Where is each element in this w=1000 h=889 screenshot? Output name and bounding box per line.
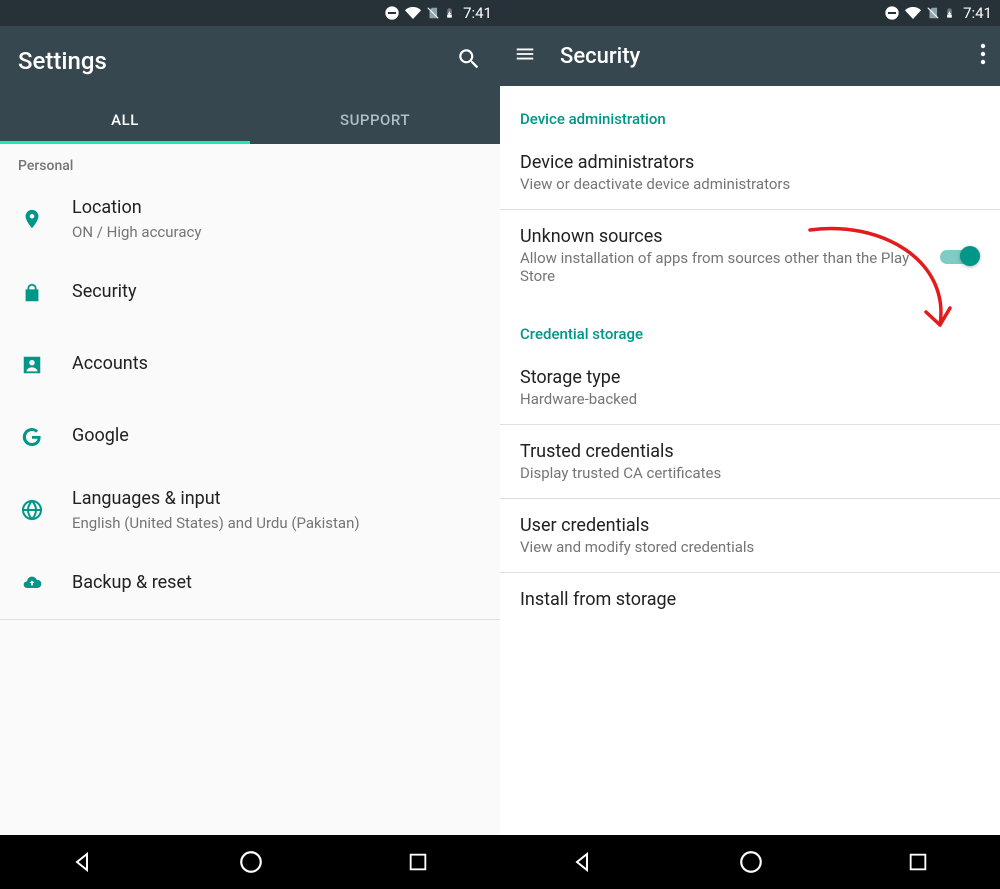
recents-button[interactable] <box>407 851 429 873</box>
unknown-sources-toggle[interactable] <box>940 246 980 266</box>
location-icon <box>18 206 46 232</box>
device-admins-title: Device administrators <box>520 152 980 173</box>
section-credential-storage: Credential storage <box>500 301 1000 351</box>
recents-button[interactable] <box>907 851 929 873</box>
status-bar: 7:41 <box>500 0 1000 26</box>
device-admins-sub: View or deactivate device administrators <box>520 175 980 193</box>
google-title: Google <box>72 424 482 448</box>
location-sub: ON / High accuracy <box>72 222 482 242</box>
security-list: Device administration Device administrat… <box>500 86 1000 835</box>
setting-google[interactable]: Google <box>0 401 500 473</box>
lang-sub: English (United States) and Urdu (Pakist… <box>72 513 482 533</box>
item-storage-type[interactable]: Storage type Hardware-backed <box>500 351 1000 424</box>
appbar: Security <box>500 26 1000 86</box>
wifi-icon <box>904 5 922 21</box>
tabs: ALL SUPPORT <box>0 96 500 144</box>
overflow-icon[interactable] <box>980 43 986 69</box>
cloud-upload-icon <box>18 573 46 593</box>
security-title: Security <box>72 280 482 304</box>
status-time: 7:41 <box>963 4 992 22</box>
google-icon <box>18 425 46 449</box>
unknown-src-sub: Allow installation of apps from sources … <box>520 249 928 285</box>
accounts-title: Accounts <box>72 352 482 376</box>
section-device-admin: Device administration <box>500 86 1000 136</box>
tab-support-label: SUPPORT <box>340 111 410 129</box>
item-install-from-storage[interactable]: Install from storage <box>500 573 1000 626</box>
nav-bar <box>500 835 1000 889</box>
back-button[interactable] <box>71 850 95 874</box>
lock-icon <box>18 280 46 306</box>
install-title: Install from storage <box>520 589 980 610</box>
item-unknown-sources[interactable]: Unknown sources Allow installation of ap… <box>500 210 1000 301</box>
trusted-sub: Display trusted CA certificates <box>520 464 980 482</box>
status-bar: 7:41 <box>0 0 500 26</box>
battery-icon <box>444 5 455 21</box>
dnd-icon <box>384 5 400 21</box>
trusted-title: Trusted credentials <box>520 441 980 462</box>
back-button[interactable] <box>571 850 595 874</box>
tab-support[interactable]: SUPPORT <box>250 96 500 144</box>
setting-languages[interactable]: Languages & input English (United States… <box>0 473 500 548</box>
globe-icon <box>18 498 46 522</box>
user-creds-sub: View and modify stored credentials <box>520 538 980 556</box>
no-sim-icon <box>426 5 440 21</box>
security-screen: 7:41 Security Device administration Devi… <box>500 0 1000 835</box>
item-device-admins[interactable]: Device administrators View or deactivate… <box>500 136 1000 209</box>
menu-icon[interactable] <box>514 43 536 69</box>
page-title: Security <box>560 44 956 69</box>
item-trusted-credentials[interactable]: Trusted credentials Display trusted CA c… <box>500 425 1000 498</box>
home-button[interactable] <box>738 849 764 875</box>
status-time: 7:41 <box>463 4 492 22</box>
setting-location[interactable]: Location ON / High accuracy <box>0 182 500 257</box>
battery-icon <box>944 5 955 21</box>
page-title: Settings <box>18 47 456 75</box>
tab-all[interactable]: ALL <box>0 96 250 144</box>
search-icon[interactable] <box>456 46 482 76</box>
dnd-icon <box>884 5 900 21</box>
wifi-icon <box>404 5 422 21</box>
user-creds-title: User credentials <box>520 515 980 536</box>
backup-title: Backup & reset <box>72 571 482 595</box>
settings-screen: 7:41 Settings ALL SUPPORT Personal <box>0 0 500 835</box>
subheader-personal: Personal <box>0 144 500 182</box>
divider <box>0 619 500 620</box>
no-sim-icon <box>926 5 940 21</box>
setting-security[interactable]: Security <box>0 257 500 329</box>
nav-bar <box>0 835 500 889</box>
setting-backup[interactable]: Backup & reset <box>0 547 500 619</box>
storage-type-sub: Hardware-backed <box>520 390 980 408</box>
lang-title: Languages & input <box>72 487 482 511</box>
home-button[interactable] <box>238 849 264 875</box>
item-user-credentials[interactable]: User credentials View and modify stored … <box>500 499 1000 572</box>
unknown-src-title: Unknown sources <box>520 226 928 247</box>
location-title: Location <box>72 196 482 220</box>
account-icon <box>18 354 46 376</box>
setting-accounts[interactable]: Accounts <box>0 329 500 401</box>
tab-all-label: ALL <box>111 111 139 129</box>
storage-type-title: Storage type <box>520 367 980 388</box>
appbar: Settings ALL SUPPORT <box>0 26 500 144</box>
settings-list: Personal Location ON / High accuracy Sec… <box>0 144 500 835</box>
